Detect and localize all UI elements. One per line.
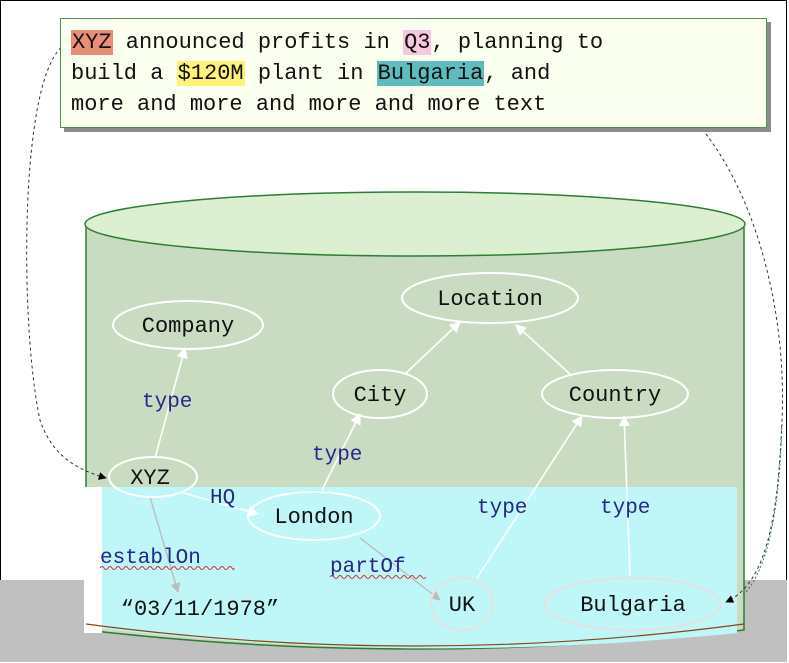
text-line-3: more and more and more and more text	[71, 92, 547, 117]
text-segment: plant in	[244, 61, 377, 86]
node-bulgaria-label: Bulgaria	[580, 593, 686, 618]
entity-highlight-q3: Q3	[403, 30, 432, 55]
entity-highlight-xyz: XYZ	[71, 30, 113, 55]
cylinder-top	[84, 191, 746, 257]
entity-highlight-amount: $120M	[176, 61, 245, 86]
node-date-label: “03/11/1978”	[121, 597, 279, 622]
text-line-1: XYZ announced profits in Q3, planning to	[71, 27, 766, 58]
node-city-label: City	[354, 383, 407, 408]
text-segment: , and	[484, 61, 551, 86]
edge-label-type-bulgaria: type	[600, 497, 650, 520]
link-bulgaria-green-trail	[741, 419, 783, 597]
edge-label-hq: HQ	[210, 487, 235, 510]
node-location-label: Location	[437, 287, 543, 312]
node-london-label: London	[274, 505, 353, 530]
text-segment: , planning to	[431, 30, 604, 55]
node-uk-label: UK	[449, 593, 476, 618]
text-line-2: build a $120M plant in Bulgaria, and	[71, 58, 766, 89]
text-segment: announced profits in	[112, 30, 404, 55]
source-text-box: XYZ announced profits in Q3, planning to…	[60, 18, 767, 128]
node-xyz-label: XYZ	[130, 466, 170, 491]
edge-label-type-city: type	[312, 444, 362, 467]
edge-label-type-company: type	[142, 391, 192, 414]
node-country-label: Country	[569, 383, 661, 408]
entity-highlight-bulgaria: Bulgaria	[376, 61, 485, 86]
edge-label-type-country: type	[477, 497, 527, 520]
node-company-label: Company	[142, 314, 234, 339]
text-segment: build a	[71, 61, 177, 86]
